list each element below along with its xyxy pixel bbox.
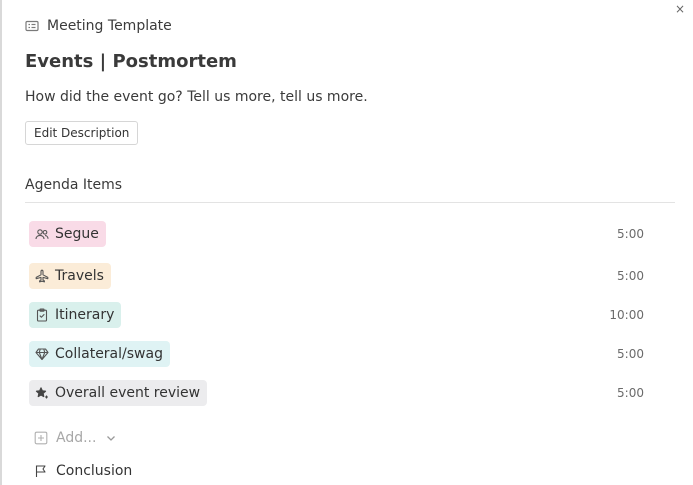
airplane-icon xyxy=(35,269,49,283)
add-label: Add... xyxy=(56,430,97,446)
agenda-item-label: Overall event review xyxy=(55,385,201,401)
flag-icon xyxy=(34,464,48,478)
agenda-item-collateral-swag[interactable]: Collateral/swag 5:00 xyxy=(29,341,654,369)
agenda-item-label: Segue xyxy=(55,226,99,242)
page-title: Events | Postmortem xyxy=(25,51,237,72)
agenda-item-segue[interactable]: Segue 5:00 xyxy=(29,221,654,249)
agenda-chip: Overall event review xyxy=(29,380,208,406)
section-divider xyxy=(25,202,675,203)
chevron-down-icon[interactable] xyxy=(104,431,118,445)
agenda-chip: Collateral/swag xyxy=(29,341,170,367)
agenda-item-overall-event-review[interactable]: Overall event review 5:00 xyxy=(29,380,654,408)
agenda-item-duration: 5:00 xyxy=(617,269,644,283)
agenda-item-label: Collateral/swag xyxy=(55,346,163,362)
agenda-item-duration: 5:00 xyxy=(617,227,644,241)
gem-icon xyxy=(35,347,49,361)
agenda-item-label: Travels xyxy=(55,268,104,284)
conclusion-label: Conclusion xyxy=(56,463,133,479)
agenda-section-title: Agenda Items xyxy=(25,177,123,193)
star-sparkle-icon xyxy=(35,386,49,400)
conclusion-item[interactable]: Conclusion xyxy=(34,463,132,479)
template-description: How did the event go? Tell us more, tell… xyxy=(25,89,368,105)
close-button[interactable]: × xyxy=(673,2,687,16)
agenda-item-duration: 5:00 xyxy=(617,347,644,361)
add-agenda-item-button[interactable]: Add... xyxy=(34,430,118,446)
edit-description-button[interactable]: Edit Description xyxy=(25,121,139,145)
agenda-item-travels[interactable]: Travels 5:00 xyxy=(29,263,654,291)
agenda-chip: Itinerary xyxy=(29,302,122,328)
agenda-item-duration: 10:00 xyxy=(609,308,644,322)
agenda-item-label: Itinerary xyxy=(55,307,115,323)
agenda-item-duration: 5:00 xyxy=(617,386,644,400)
agenda-item-itinerary[interactable]: Itinerary 10:00 xyxy=(29,302,654,330)
agenda-chip: Segue xyxy=(29,221,106,247)
agenda-chip: Travels xyxy=(29,263,111,289)
template-type-label: Meeting Template xyxy=(47,18,172,34)
clipboard-check-icon xyxy=(35,308,49,322)
template-card-icon xyxy=(25,19,39,33)
template-header: Meeting Template xyxy=(25,18,172,34)
people-icon xyxy=(35,227,49,241)
panel-left-edge xyxy=(0,0,2,485)
plus-square-icon xyxy=(34,431,48,445)
